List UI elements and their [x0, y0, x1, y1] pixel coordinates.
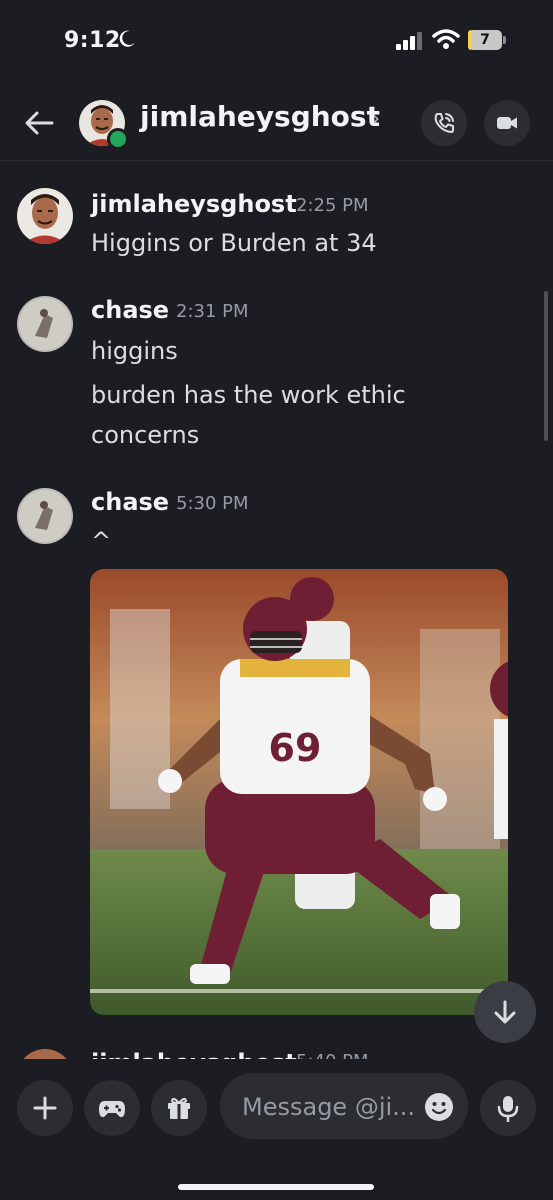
avatar[interactable] — [17, 488, 73, 544]
apps-games-button[interactable] — [84, 1080, 140, 1136]
voice-message-button[interactable] — [480, 1080, 536, 1136]
message-timestamp: 5:40 PM — [296, 1051, 369, 1059]
status-bar: 9:12 7 — [0, 0, 553, 84]
scrollbar[interactable] — [544, 291, 548, 441]
video-call-button[interactable] — [484, 100, 530, 146]
message-timestamp: 2:25 PM — [296, 195, 369, 216]
avatar[interactable] — [17, 188, 73, 244]
do-not-disturb-moon-icon — [119, 30, 135, 47]
message-text: burden has the work ethic — [91, 381, 406, 409]
message-timestamp: 5:30 PM — [176, 493, 249, 514]
voice-call-button[interactable] — [421, 100, 467, 146]
arrow-left-icon[interactable] — [22, 106, 56, 140]
avatar[interactable] — [17, 296, 73, 352]
add-attachment-button[interactable] — [17, 1080, 73, 1136]
message-input[interactable] — [240, 1090, 424, 1124]
gift-icon — [168, 1097, 190, 1119]
avatar-image — [17, 296, 73, 352]
gift-button[interactable] — [151, 1080, 207, 1136]
chevron-right-icon[interactable]: › — [372, 106, 380, 130]
plus-icon — [33, 1096, 57, 1120]
message-author[interactable]: chase — [91, 488, 169, 516]
battery-percent: 7 — [480, 32, 490, 48]
message-field[interactable] — [220, 1073, 468, 1139]
arrow-down-icon — [494, 1000, 516, 1024]
cellular-signal-icon — [396, 32, 422, 50]
phone-icon — [434, 113, 454, 133]
dm-header: jimlaheysghost › — [0, 84, 553, 161]
message-author[interactable]: chase — [91, 296, 169, 324]
message-text: Higgins or Burden at 34 — [91, 229, 377, 257]
message-list[interactable]: jimlaheysghost 2:25 PM Higgins or Burden… — [0, 161, 553, 1059]
wifi-icon — [432, 29, 460, 49]
smiley-icon[interactable] — [424, 1092, 454, 1122]
battery-cap — [503, 36, 506, 44]
avatar-portrait-image — [17, 188, 73, 244]
microphone-icon — [497, 1096, 519, 1122]
message-text: ^ — [91, 527, 112, 555]
home-indicator[interactable] — [178, 1184, 374, 1190]
battery-indicator: 7 — [468, 30, 508, 52]
gamepad-icon — [99, 1101, 125, 1118]
football-player-photo: 69 — [90, 569, 508, 1015]
jump-to-latest-button[interactable] — [474, 981, 536, 1043]
partial-message: jimlaheysghost 5:40 PM — [0, 1049, 553, 1059]
avatar-image — [17, 488, 73, 544]
status-time: 9:12 — [64, 28, 121, 53]
avatar — [17, 1049, 73, 1059]
message-composer — [0, 1059, 553, 1200]
message-author[interactable]: jimlaheysghost — [91, 190, 297, 218]
image-attachment[interactable]: 69 — [90, 569, 508, 1015]
header-username[interactable]: jimlaheysghost — [140, 100, 380, 133]
online-status-dot — [107, 128, 129, 150]
video-camera-icon — [497, 117, 517, 129]
message-text: higgins — [91, 337, 178, 365]
jersey-number: 69 — [269, 726, 322, 770]
message-text: concerns — [91, 421, 200, 449]
message-author: jimlaheysghost — [91, 1049, 297, 1059]
message-timestamp: 2:31 PM — [176, 301, 249, 322]
